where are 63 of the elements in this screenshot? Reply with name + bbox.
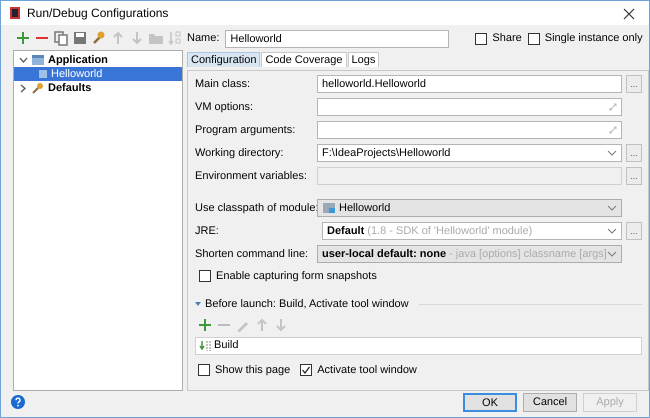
task-label: Build bbox=[214, 338, 238, 354]
checkbox[interactable]: Activate tool window bbox=[300, 362, 417, 378]
field-label: JRE: bbox=[195, 224, 220, 239]
field-label: Working directory: bbox=[195, 146, 284, 161]
field-label: Shorten command line: bbox=[195, 246, 310, 262]
dropdown[interactable]: user-local default: none - java [options] classname [args] bbox=[317, 245, 622, 263]
section-title: Before launch: Build, Activate tool window bbox=[205, 297, 409, 312]
tree-item[interactable]: Defaults bbox=[14, 81, 182, 95]
dialog-button[interactable]: OK bbox=[463, 392, 517, 412]
checkbox[interactable]: Show this page bbox=[198, 362, 290, 378]
expand-icon bbox=[608, 103, 617, 111]
input-field[interactable] bbox=[317, 98, 622, 116]
window-title: Run/Debug Configurations bbox=[27, 5, 168, 22]
check-icon bbox=[301, 364, 312, 375]
checkbox[interactable]: Enable capturing form snapshots bbox=[199, 268, 642, 284]
browse-button[interactable]: ... bbox=[626, 144, 642, 162]
caret-icon bbox=[606, 149, 617, 157]
save-button[interactable] bbox=[72, 30, 88, 46]
copy-button[interactable] bbox=[53, 30, 69, 46]
caret-icon bbox=[606, 227, 617, 235]
copy-icon bbox=[53, 30, 69, 46]
save-icon bbox=[72, 30, 88, 46]
sort-icon bbox=[167, 30, 183, 46]
help-button[interactable] bbox=[11, 395, 25, 409]
dialog-button[interactable]: Cancel bbox=[523, 392, 577, 412]
plus-button[interactable] bbox=[197, 316, 213, 332]
input-field[interactable]: helloworld.Helloworld bbox=[317, 75, 622, 93]
input-field[interactable] bbox=[317, 121, 622, 139]
tab[interactable]: Code Coverage bbox=[261, 52, 346, 66]
checkbox[interactable]: Single instance only bbox=[528, 30, 643, 47]
plus-button[interactable] bbox=[15, 30, 31, 46]
browse-button[interactable]: ... bbox=[626, 75, 642, 93]
name-label: Name: bbox=[187, 31, 220, 46]
field-label: Main class: bbox=[195, 76, 252, 92]
field-label: VM options: bbox=[195, 100, 254, 115]
field-label: Program arguments: bbox=[195, 122, 296, 138]
plus-icon bbox=[197, 316, 213, 332]
triangle-icon bbox=[195, 301, 201, 308]
build-icon bbox=[199, 340, 211, 352]
dropdown[interactable]: Helloworld bbox=[317, 199, 622, 217]
caret-icon bbox=[606, 204, 617, 212]
task-item[interactable]: Build bbox=[195, 336, 642, 354]
plus-icon bbox=[15, 30, 31, 46]
tab[interactable]: Logs bbox=[348, 52, 380, 66]
field-label: Environment variables: bbox=[195, 168, 308, 184]
caret-icon bbox=[606, 250, 617, 258]
app-icon bbox=[9, 6, 21, 20]
dropdown[interactable]: F:\IdeaProjects\Helloworld bbox=[317, 144, 622, 162]
tree-item[interactable]: Application bbox=[14, 53, 182, 67]
name-field[interactable]: Helloworld bbox=[225, 30, 450, 48]
tree-item[interactable]: Helloworld bbox=[14, 67, 182, 81]
expand-icon bbox=[608, 126, 617, 134]
help-icon bbox=[11, 395, 25, 409]
tab[interactable]: Configuration bbox=[187, 52, 260, 66]
config-icon bbox=[38, 69, 48, 79]
minus-icon bbox=[36, 37, 48, 39]
browse-button[interactable]: ... bbox=[626, 222, 642, 240]
close-icon bbox=[623, 8, 635, 20]
minus-icon bbox=[218, 324, 230, 326]
dropdown[interactable]: Default (1.8 - SDK of 'Helloworld' module) bbox=[322, 222, 622, 240]
checkbox[interactable]: Share bbox=[475, 30, 522, 47]
module-icon bbox=[322, 202, 336, 214]
application-icon bbox=[31, 54, 45, 66]
